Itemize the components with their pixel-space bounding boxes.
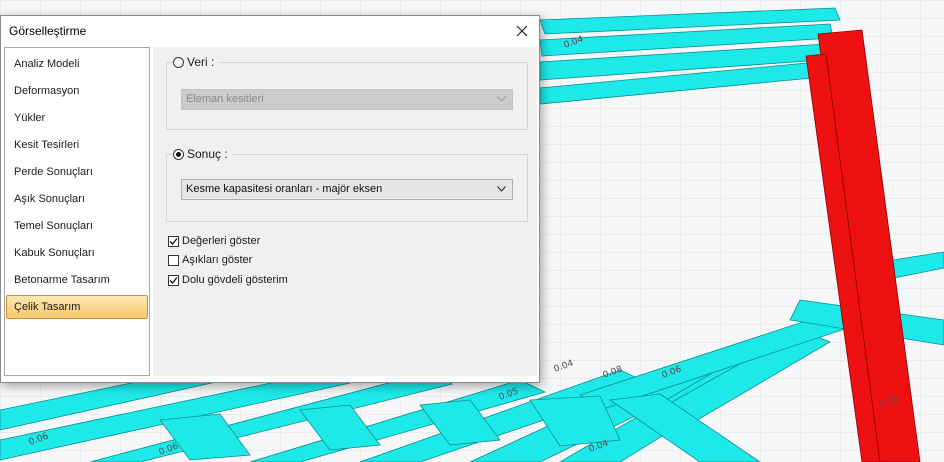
close-icon	[516, 25, 528, 37]
show-purlins-checkbox[interactable]	[168, 254, 179, 266]
sidebar-item-deformasyon[interactable]: Deformasyon	[6, 79, 148, 103]
title-bar[interactable]: Görselleştirme	[1, 16, 539, 46]
sidebar-item-temel-sonuclari[interactable]: Temel Sonuçları	[6, 214, 148, 238]
sonuc-radio[interactable]: Sonuç :	[173, 146, 232, 162]
sidebar-item-analiz-modeli[interactable]: Analiz Modeli	[6, 52, 148, 76]
veri-radio[interactable]: Veri :	[173, 54, 219, 70]
show-values-checkbox[interactable]	[168, 235, 179, 247]
show-purlins-label: Aşıkları göster	[182, 254, 253, 266]
solid-web-checkbox[interactable]	[168, 274, 179, 286]
sonuc-label: Sonuç :	[187, 147, 228, 161]
settings-panel: Veri : Eleman kesitleri Sonuç : Kesme ka…	[153, 47, 537, 376]
solid-web-label: Dolu gövdeli gösterim	[182, 274, 288, 286]
sidebar-item-celik-tasarim[interactable]: Çelik Tasarım	[6, 295, 148, 319]
sonuc-radio-button[interactable]	[173, 148, 184, 160]
checkmark-icon	[169, 276, 178, 284]
category-list: Analiz Modeli Deformasyon Yükler Kesit T…	[4, 47, 150, 376]
sidebar-item-perde-sonuclari[interactable]: Perde Sonuçları	[6, 160, 148, 184]
solid-web-option[interactable]: Dolu gövdeli gösterim	[168, 272, 288, 288]
veri-dropdown-value: Eleman kesitleri	[186, 93, 264, 105]
show-values-option[interactable]: Değerleri göster	[168, 233, 260, 249]
chevron-down-icon	[497, 186, 506, 192]
visualization-dialog: Görselleştirme Analiz Modeli Deformasyon…	[0, 15, 540, 383]
chevron-down-icon	[497, 96, 506, 102]
sidebar-item-asik-sonuclari[interactable]: Aşık Sonuçları	[6, 187, 148, 211]
veri-label: Veri :	[187, 55, 215, 69]
sidebar-item-yukler[interactable]: Yükler	[6, 106, 148, 130]
show-purlins-option[interactable]: Aşıkları göster	[168, 252, 252, 268]
veri-radio-button[interactable]	[173, 56, 184, 68]
close-button[interactable]	[509, 19, 535, 43]
checkmark-icon	[169, 237, 178, 245]
veri-dropdown: Eleman kesitleri	[181, 89, 513, 110]
sidebar-item-kabuk-sonuclari[interactable]: Kabuk Sonuçları	[6, 241, 148, 265]
sonuc-group: Sonuç : Kesme kapasitesi oranları - majö…	[166, 146, 528, 222]
dialog-title: Görselleştirme	[9, 24, 87, 38]
sidebar-item-betonarme-tasarim[interactable]: Betonarme Tasarım	[6, 268, 148, 292]
sidebar-item-kesit-tesirleri[interactable]: Kesit Tesirleri	[6, 133, 148, 157]
veri-group: Veri : Eleman kesitleri	[166, 54, 528, 130]
sonuc-dropdown-value: Kesme kapasitesi oranları - majör eksen	[186, 183, 383, 195]
show-values-label: Değerleri göster	[182, 235, 261, 247]
sonuc-dropdown[interactable]: Kesme kapasitesi oranları - majör eksen	[181, 179, 513, 200]
